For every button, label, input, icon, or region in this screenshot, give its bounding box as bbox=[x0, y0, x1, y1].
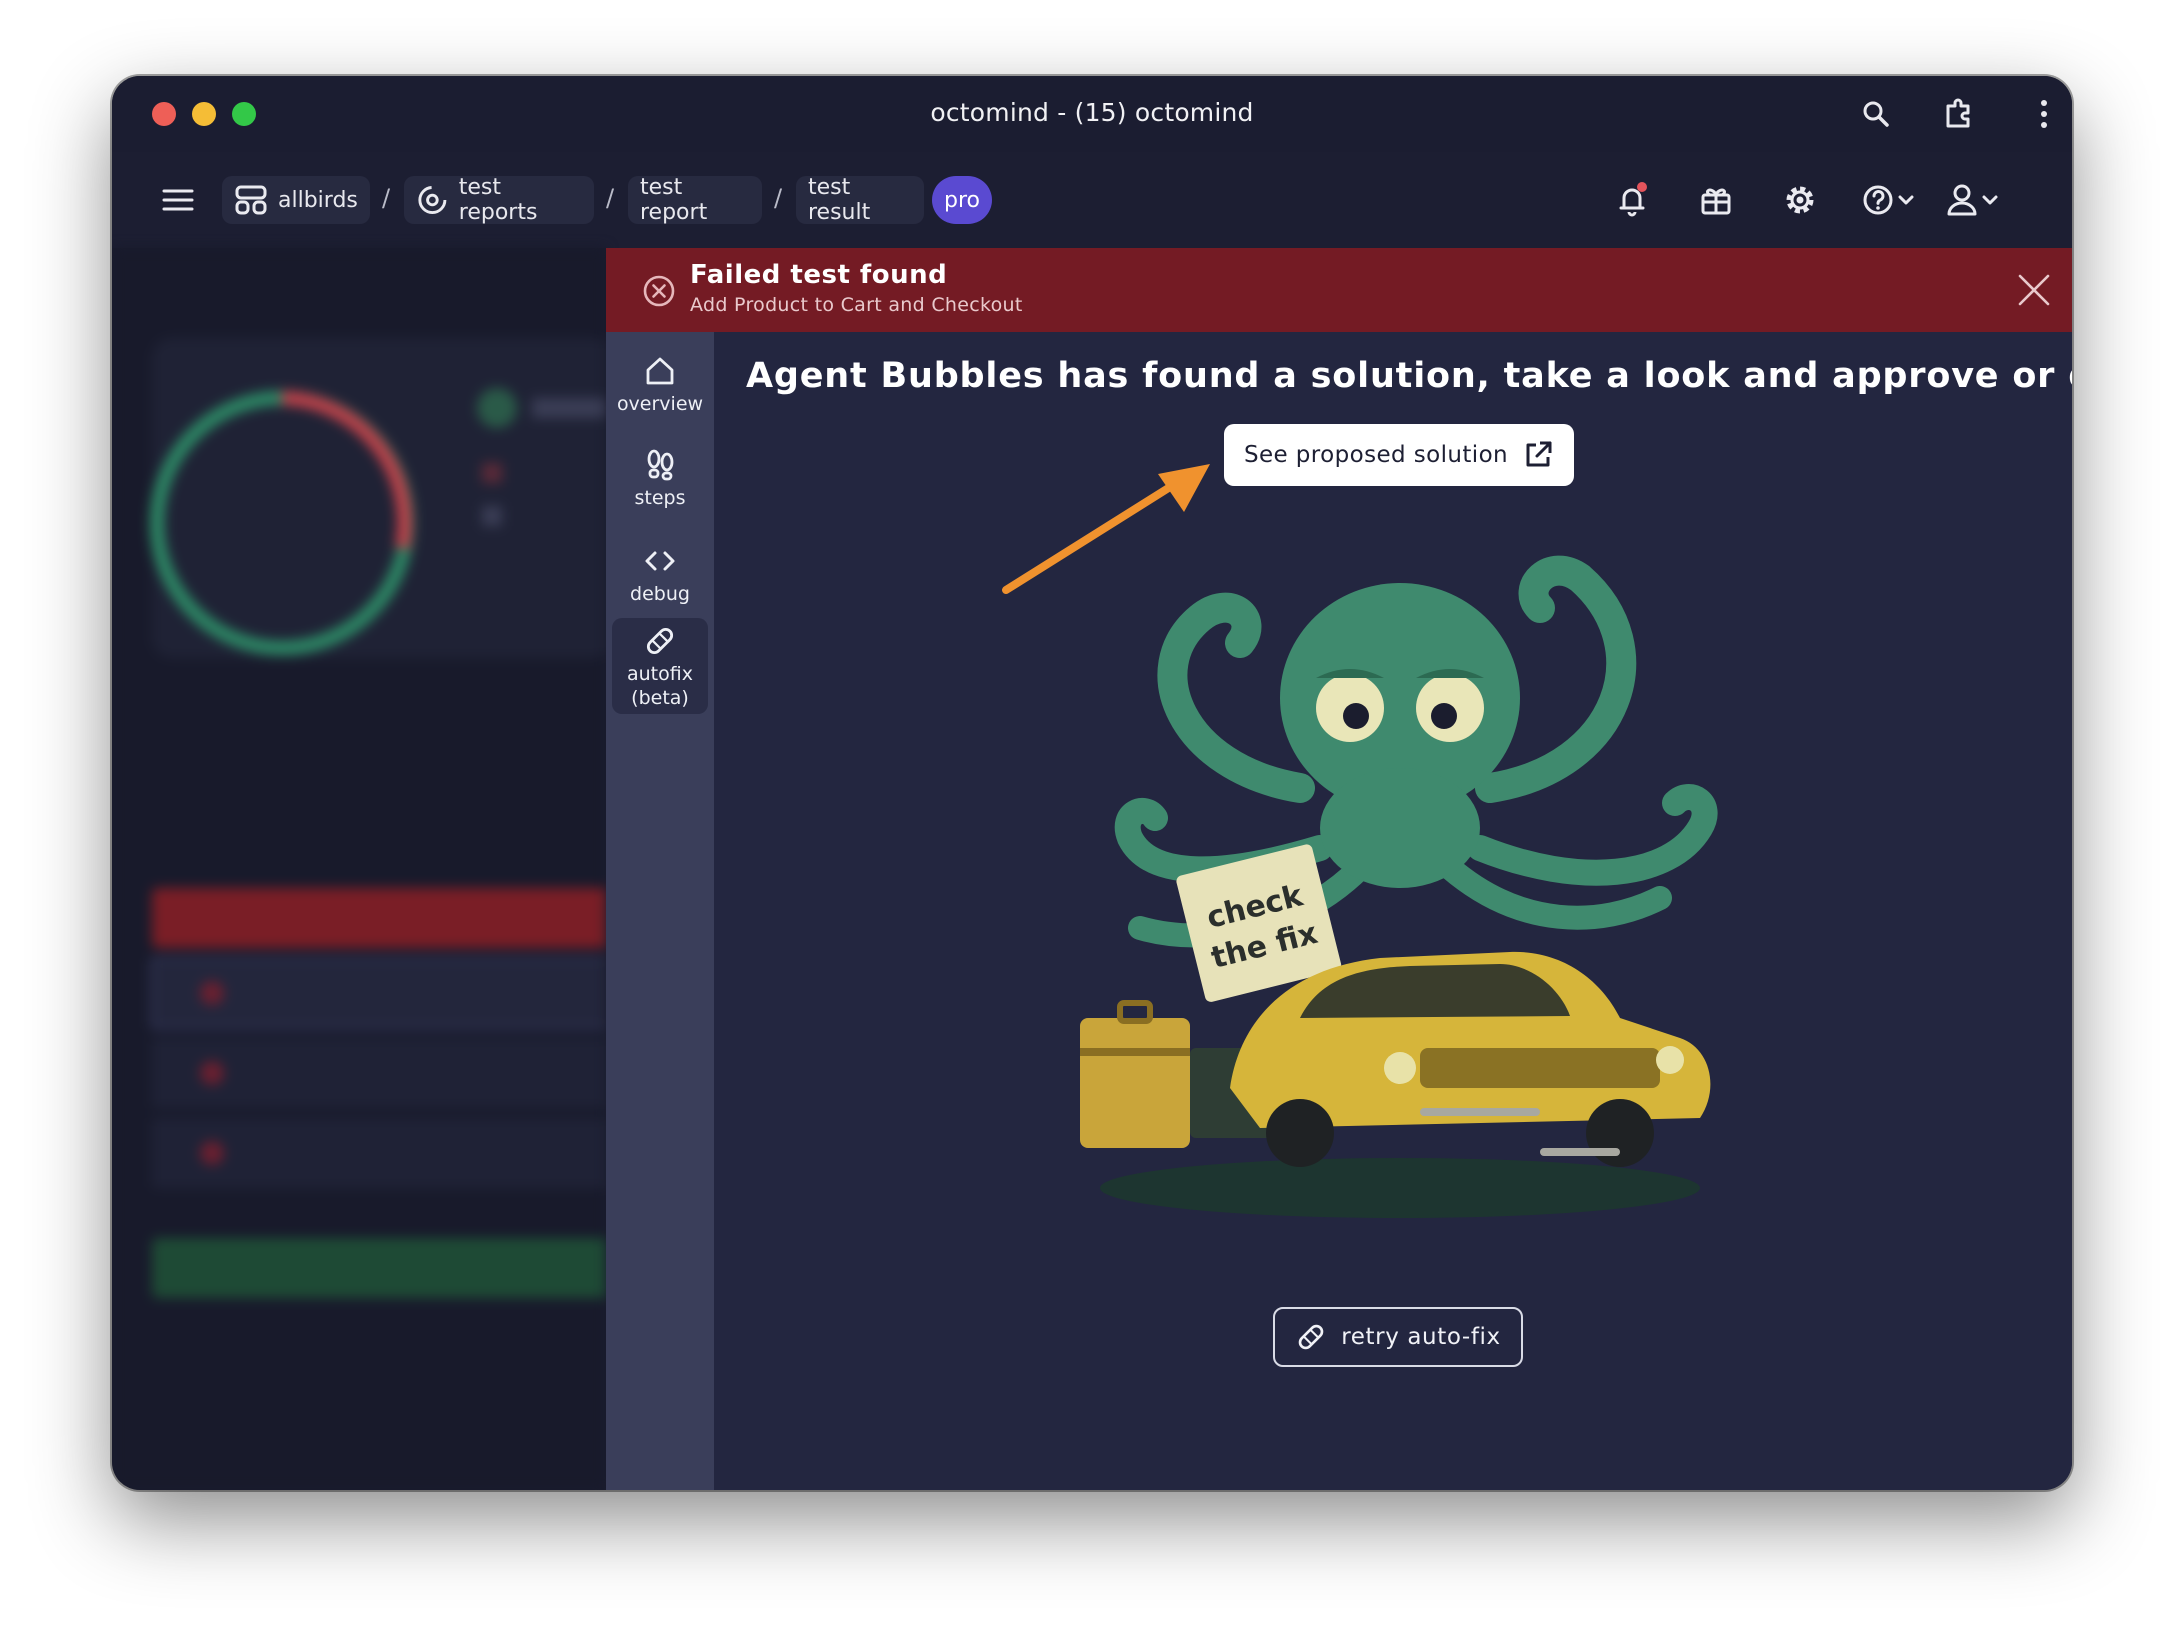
rail-item-autofix[interactable]: autofix (beta) bbox=[612, 618, 708, 714]
title-bar: octomind - (15) octomind bbox=[112, 76, 2072, 153]
breadcrumb-separator: / bbox=[606, 184, 615, 212]
close-icon[interactable] bbox=[2016, 272, 2052, 308]
solution-headline: Agent Bubbles has found a solution, take… bbox=[746, 356, 2072, 396]
breadcrumb-test-reports-label: test reports bbox=[458, 175, 538, 225]
breadcrumb-separator: / bbox=[774, 184, 783, 212]
reports-icon bbox=[418, 186, 447, 214]
blurred-background bbox=[112, 248, 606, 1490]
breadcrumb-test-reports[interactable]: test reports bbox=[404, 175, 594, 225]
blurred-report-summary bbox=[150, 338, 606, 1298]
breadcrumb-test-result[interactable]: test result bbox=[796, 175, 924, 225]
breadcrumb-test-report[interactable]: test report bbox=[628, 175, 762, 225]
breadcrumb-separator: / bbox=[382, 184, 391, 212]
bandage-icon bbox=[1298, 1324, 1324, 1350]
octopus-mechanic-illustration: check the fix bbox=[1080, 555, 1718, 1218]
rail-item-label: overview bbox=[616, 393, 704, 415]
rail-item-label-beta: (beta) bbox=[631, 687, 689, 709]
banner-title: Failed test found bbox=[690, 260, 948, 290]
gift-icon[interactable] bbox=[1696, 180, 1736, 220]
breadcrumb-test-result-label: test result bbox=[808, 175, 871, 225]
settings-icon[interactable] bbox=[1780, 180, 1820, 220]
side-rail: overview steps debug autofix (beta) bbox=[606, 332, 714, 1490]
rail-item-overview[interactable]: overview bbox=[612, 354, 708, 430]
see-proposed-solution-label: See proposed solution bbox=[1243, 442, 1509, 468]
breadcrumb-project-label: allbirds bbox=[278, 187, 358, 213]
external-link-icon bbox=[1526, 441, 1552, 467]
rail-item-label: debug bbox=[630, 583, 690, 605]
rail-item-label: autofix bbox=[627, 663, 693, 685]
bandage-icon bbox=[646, 627, 674, 655]
extension-icon[interactable] bbox=[1940, 94, 1980, 134]
code-icon bbox=[645, 551, 675, 571]
home-icon bbox=[646, 357, 674, 385]
more-vertical-icon[interactable] bbox=[2024, 94, 2064, 134]
app-window: octomind - (15) octomind allbirds / test… bbox=[112, 76, 2072, 1490]
see-proposed-solution-button[interactable]: See proposed solution bbox=[1224, 424, 1574, 486]
rail-item-debug[interactable]: debug bbox=[612, 544, 708, 620]
window-title: octomind - (15) octomind bbox=[930, 98, 1254, 127]
rail-item-label: steps bbox=[634, 487, 686, 509]
account-menu-icon[interactable] bbox=[1944, 180, 2008, 220]
footsteps-icon bbox=[647, 449, 674, 481]
plan-badge: pro bbox=[932, 176, 992, 224]
banner-subtitle: Add Product to Cart and Checkout bbox=[690, 294, 1023, 316]
notifications-icon[interactable] bbox=[1612, 180, 1652, 220]
failed-test-banner: Failed test found Add Product to Cart an… bbox=[606, 248, 2072, 332]
retry-auto-fix-label: retry auto-fix bbox=[1341, 1324, 1501, 1350]
zoom-icon[interactable] bbox=[1856, 94, 1896, 134]
project-icon bbox=[235, 185, 267, 215]
breadcrumb-project[interactable]: allbirds bbox=[222, 176, 370, 224]
error-circle-icon bbox=[643, 275, 675, 307]
help-menu-icon[interactable] bbox=[1860, 180, 1924, 220]
menu-icon[interactable] bbox=[158, 180, 198, 220]
retry-auto-fix-button[interactable]: retry auto-fix bbox=[1273, 1307, 1523, 1367]
rail-item-steps[interactable]: steps bbox=[612, 448, 708, 524]
breadcrumb-test-report-label: test report bbox=[640, 175, 708, 225]
